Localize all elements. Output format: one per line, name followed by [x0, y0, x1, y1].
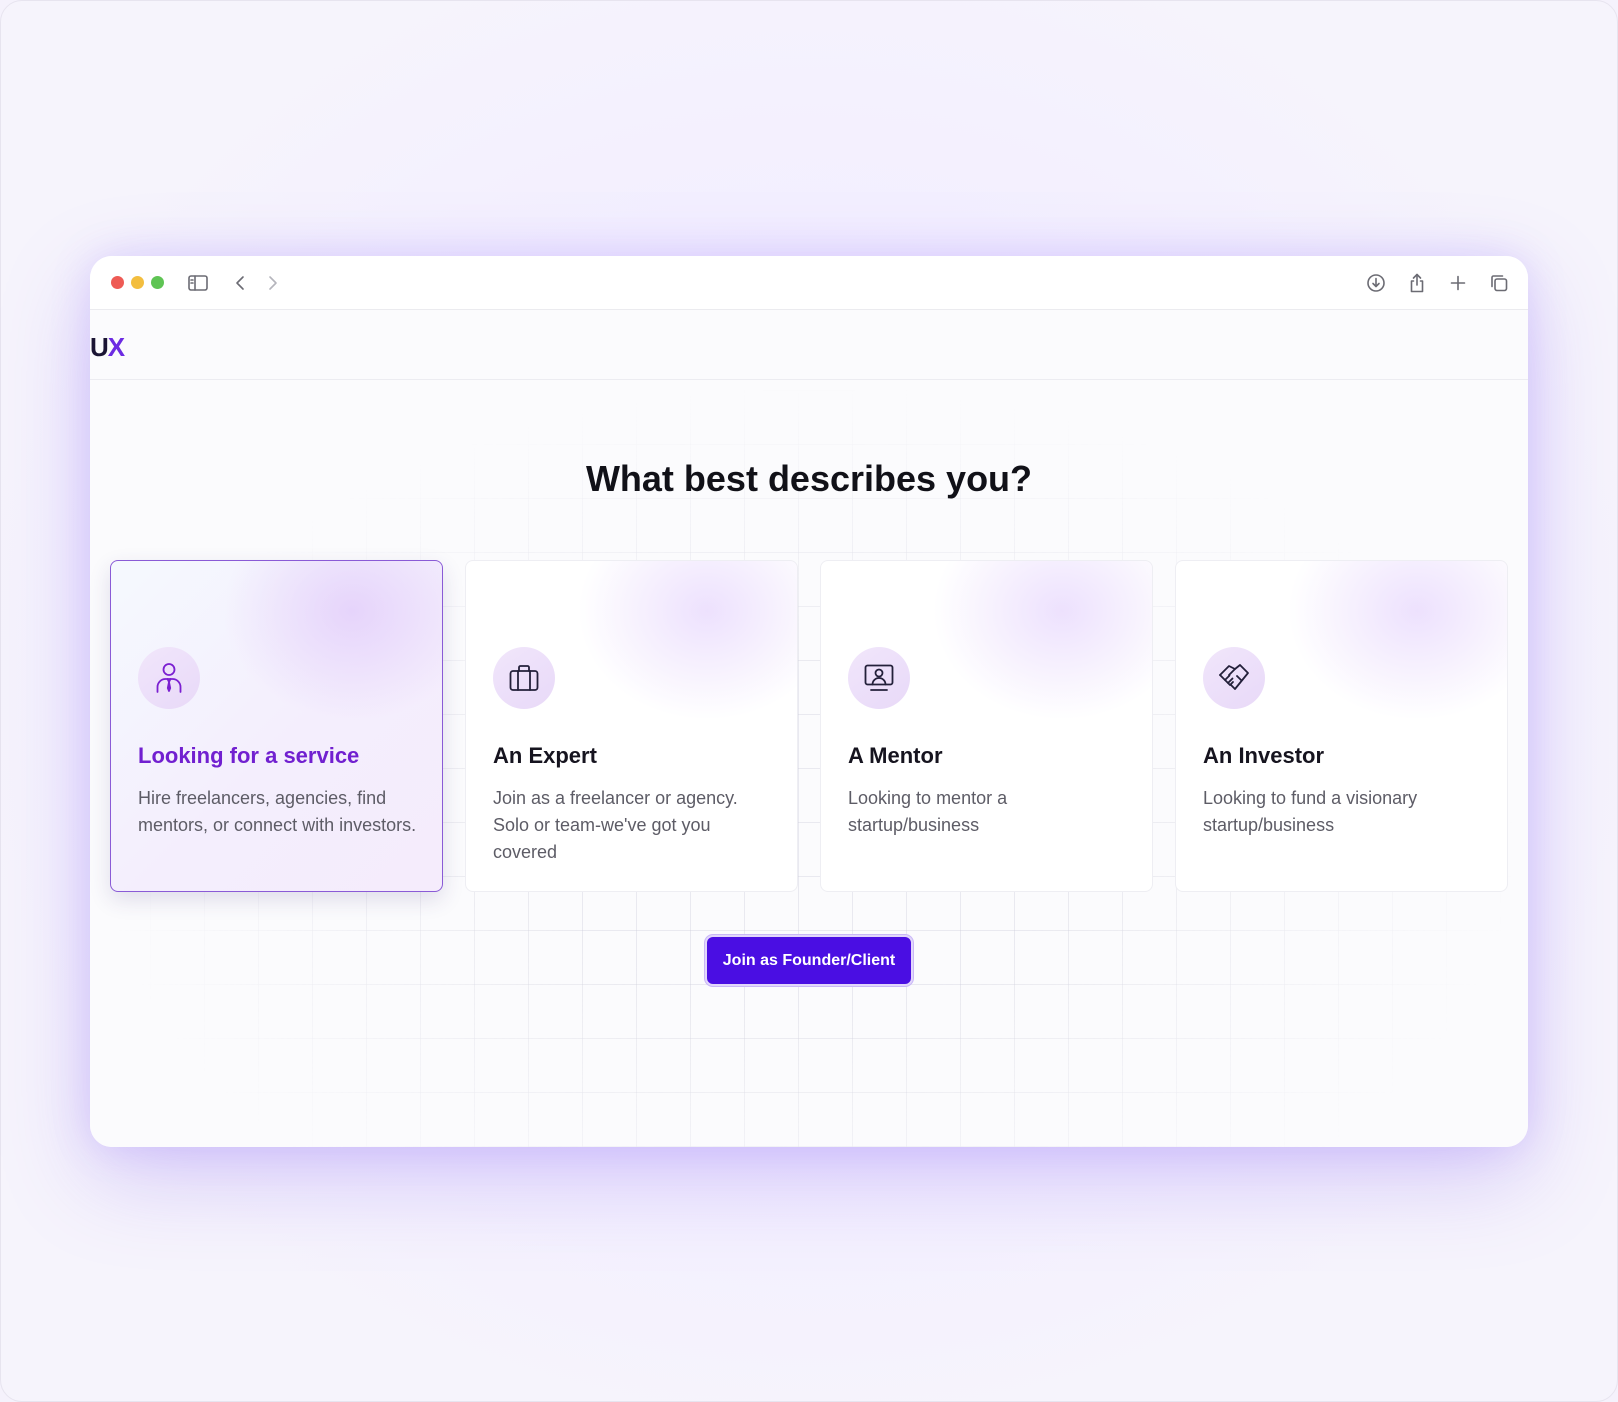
browser-window: UX What best describes you? Looking for … — [90, 256, 1528, 1147]
card-description: Join as a freelancer or agency. Solo or … — [493, 788, 738, 862]
role-card-investor[interactable]: An Investor Looking to fund a visionary … — [1175, 560, 1508, 892]
card-description: Hire freelancers, agencies, find mentors… — [138, 788, 417, 835]
join-button[interactable]: Join as Founder/Client — [705, 935, 913, 986]
handshake-icon — [1203, 647, 1265, 709]
site-header: UX — [90, 310, 1528, 380]
role-card-service[interactable]: Looking for a service Hire freelancers, … — [110, 560, 443, 892]
role-card-list: Looking for a service Hire freelancers, … — [110, 560, 1508, 892]
browser-toolbar — [90, 256, 1528, 310]
brand-logo[interactable]: UX — [90, 332, 125, 363]
briefcase-icon — [493, 647, 555, 709]
tabs-overview-icon[interactable] — [1486, 270, 1512, 296]
card-title: An Investor — [1203, 743, 1325, 768]
card-description: Looking to fund a visionary startup/busi… — [1203, 788, 1418, 835]
new-tab-icon[interactable] — [1445, 270, 1471, 296]
back-icon[interactable] — [227, 270, 253, 296]
presenter-screen-icon — [848, 647, 910, 709]
card-title: Looking for a service — [138, 743, 360, 768]
role-card-expert[interactable]: An Expert Join as a freelancer or agency… — [465, 560, 798, 892]
role-card-mentor[interactable]: A Mentor Looking to mentor a startup/bus… — [820, 560, 1153, 892]
card-title: An Expert — [493, 743, 597, 768]
close-window-button[interactable] — [111, 276, 124, 289]
share-icon[interactable] — [1404, 270, 1430, 296]
forward-icon[interactable] — [260, 270, 286, 296]
person-tie-icon — [138, 647, 200, 709]
main-content: What best describes you? Looking for a s… — [90, 380, 1528, 1147]
page-title: What best describes you? — [585, 458, 1033, 499]
maximize-window-button[interactable] — [151, 276, 164, 289]
download-icon[interactable] — [1363, 270, 1389, 296]
card-title: A Mentor — [848, 743, 943, 768]
sidebar-icon[interactable] — [185, 270, 211, 296]
minimize-window-button[interactable] — [131, 276, 144, 289]
card-description: Looking to mentor a startup/business — [848, 788, 1008, 835]
